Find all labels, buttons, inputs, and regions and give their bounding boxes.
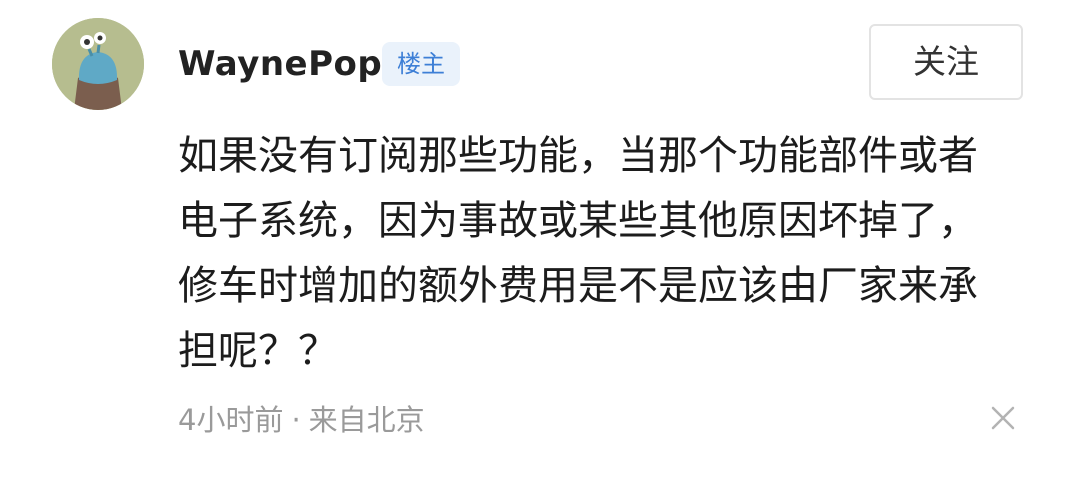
post-location: 来自北京 xyxy=(308,403,425,437)
follow-button[interactable]: 关注 xyxy=(869,24,1023,100)
comment-meta: 4小时前 · 来自北京 xyxy=(178,398,425,442)
op-badge: 楼主 xyxy=(382,42,460,86)
username[interactable]: WaynePop xyxy=(178,40,382,88)
avatar[interactable] xyxy=(52,18,144,110)
post-time: 4小时前 xyxy=(178,403,284,437)
comment-text: 如果没有订阅那些功能，当那个功能部件或者电子系统，因为事故或某些其他原因坏掉了，… xyxy=(178,133,978,374)
close-icon[interactable] xyxy=(985,400,1021,436)
meta-separator: · xyxy=(291,403,301,437)
avatar-image xyxy=(52,18,144,110)
